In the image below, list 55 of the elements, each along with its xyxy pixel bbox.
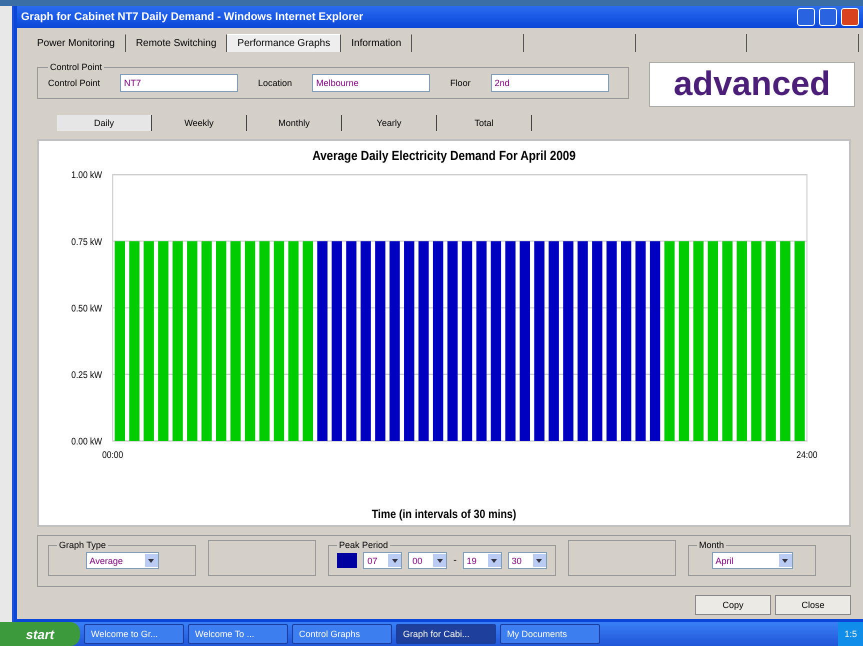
- group-legend: Graph Type: [57, 540, 108, 550]
- close-button[interactable]: [841, 8, 859, 26]
- tab[interactable]: Performance Graphs: [227, 34, 342, 52]
- minimize-button[interactable]: [797, 8, 815, 26]
- caret-icon: [388, 554, 402, 567]
- caret-icon: [488, 554, 501, 567]
- dialog-button[interactable]: Close: [775, 595, 851, 615]
- text-field[interactable]: 2nd: [490, 74, 609, 92]
- month-select[interactable]: April: [712, 552, 792, 569]
- maximize-button[interactable]: [819, 8, 837, 26]
- tab[interactable]: Power Monitoring: [27, 34, 126, 52]
- text-field[interactable]: Melbourne: [312, 74, 430, 92]
- x-tick-label: 24:00: [796, 449, 818, 460]
- dialog-button[interactable]: Copy: [695, 595, 771, 615]
- x-axis-label: Time (in intervals of 30 mins): [372, 508, 516, 521]
- y-tick-label: 0.75 kW: [71, 236, 102, 247]
- group-legend: Month: [697, 540, 726, 550]
- y-tick-label: 0.50 kW: [71, 302, 102, 314]
- taskbar-button[interactable]: Graph for Cabi...: [396, 624, 496, 644]
- period-tab[interactable]: Yearly: [342, 115, 437, 131]
- x-tick-label: 00:00: [102, 449, 124, 460]
- range-separator: -: [453, 555, 457, 566]
- taskbar-button[interactable]: Welcome To ...: [188, 624, 288, 644]
- hour-select[interactable]: 07: [363, 552, 402, 569]
- caret-icon: [144, 554, 158, 567]
- hour-select[interactable]: 19: [462, 552, 502, 569]
- minute-select[interactable]: 30: [508, 552, 547, 569]
- clock: 1:5: [844, 629, 857, 639]
- text-field[interactable]: NT7: [120, 74, 238, 92]
- group-legend: Peak Period: [337, 540, 390, 550]
- y-tick-label: 1.00 kW: [71, 170, 102, 180]
- start-button[interactable]: start: [0, 622, 80, 646]
- y-tick-label: 0.25 kW: [71, 370, 102, 380]
- caret-icon: [532, 554, 546, 567]
- chart-title: Average Daily Electricity Demand For April 2009: [312, 148, 576, 164]
- taskbar-button[interactable]: My Documents: [500, 624, 600, 644]
- taskbar-button[interactable]: Welcome to Gr...: [84, 624, 184, 644]
- field-label: Floor: [450, 78, 471, 88]
- minute-select[interactable]: 00: [408, 552, 448, 569]
- caret-icon: [778, 554, 792, 567]
- field-label: Location: [258, 78, 292, 88]
- period-tab[interactable]: Total: [437, 115, 532, 131]
- caret-icon: [433, 554, 446, 567]
- period-tab[interactable]: Daily: [57, 115, 152, 131]
- field-label: Control Point: [48, 78, 100, 88]
- taskbar-button[interactable]: Control Graphs: [292, 624, 392, 644]
- period-tab[interactable]: Monthly: [247, 115, 342, 131]
- color-swatch[interactable]: [337, 553, 358, 568]
- tab[interactable]: Information: [341, 34, 412, 52]
- graph-type-select[interactable]: Average: [86, 552, 158, 569]
- group-legend: Control Point: [48, 62, 104, 72]
- logo: advanced: [649, 62, 855, 107]
- y-tick-label: 0.00 kW: [71, 436, 102, 447]
- period-tab[interactable]: Weekly: [152, 115, 247, 131]
- window-title: Graph for Cabinet NT7 Daily Demand - Windows Internet Explorer: [21, 11, 364, 23]
